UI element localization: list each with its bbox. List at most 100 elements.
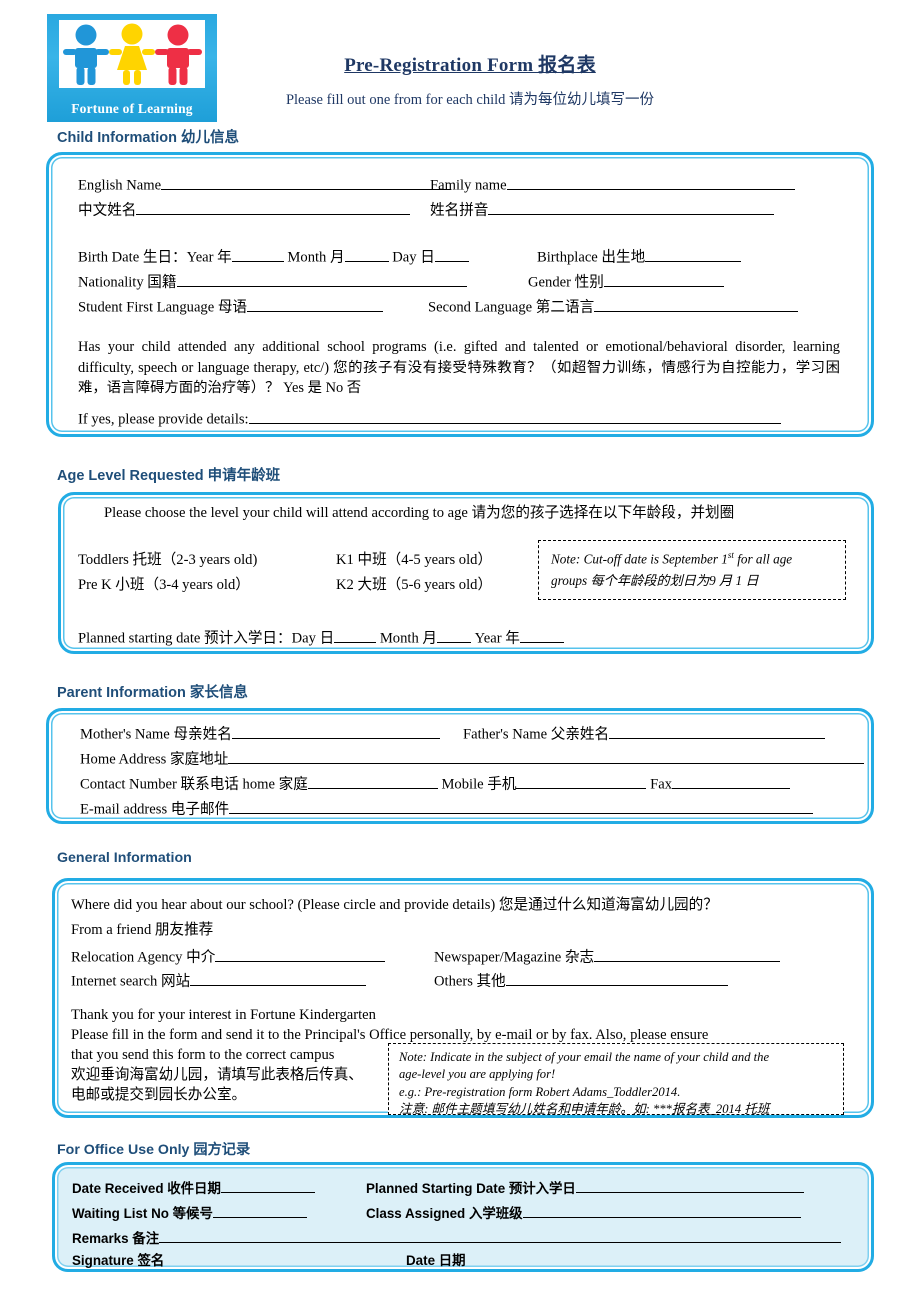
field-mothers-name: Mother's Name 母亲姓名 [80, 723, 440, 743]
input-fathers-name[interactable] [609, 723, 826, 739]
field-newspaper-magazine: Newspaper/Magazine 杂志 [434, 946, 781, 966]
field-label-planned-start-year: Year 年 [474, 630, 520, 647]
email-note-line1: Note: Indicate in the subject of your em… [399, 1050, 770, 1064]
field-fathers-name: Father's Name 父亲姓名 [463, 723, 826, 743]
field-label-english-name: English Name [78, 177, 162, 194]
email-note-line4: 注意: 邮件主题填写幼儿姓名和申请年龄。如: ***报名表_2014 托班 [399, 1102, 770, 1117]
input-birthplace[interactable] [645, 246, 742, 262]
field-label-newspaper-magazine: Newspaper/Magazine 杂志 [434, 949, 595, 966]
input-home-address[interactable] [228, 748, 865, 764]
field-first-language: Student First Language 母语 [78, 296, 384, 316]
logo-figures-panel [59, 20, 205, 88]
field-remarks: Remarks 备注 [72, 1227, 842, 1247]
field-label-birthplace: Birthplace 出生地 [537, 249, 646, 266]
field-label-planned-start-month: Month 月 [379, 630, 437, 647]
field-label-mothers-name: Mother's Name 母亲姓名 [80, 726, 232, 743]
input-planned-starting-date-office[interactable] [575, 1179, 804, 1193]
input-email-address[interactable] [229, 798, 814, 814]
input-gender[interactable] [603, 271, 724, 287]
field-label-nationality: Nationality 国籍 [78, 274, 177, 291]
field-waiting-list-no: Waiting List No 等候号 [72, 1202, 307, 1222]
input-birth-month[interactable] [344, 246, 389, 262]
field-label-others: Others 其他 [434, 973, 506, 990]
field-label-home-address: Home Address 家庭地址 [80, 751, 229, 768]
age-level-option-toddlers[interactable]: Toddlers 托班（2-3 years old) [78, 552, 257, 569]
input-details[interactable] [248, 408, 781, 424]
field-planned-starting-date: Planned starting date 预计入学日：Day 日 Month … [78, 627, 564, 647]
field-date-received: Date Received 收件日期 [72, 1177, 315, 1197]
input-planned-start-day[interactable] [334, 627, 377, 643]
field-date-office[interactable]: Date 日期 [406, 1249, 466, 1269]
section-heading-parent-information: Parent Information 家长信息 [57, 685, 248, 701]
field-signature[interactable]: Signature 签名 [72, 1249, 164, 1269]
field-label-gender: Gender 性别 [528, 274, 604, 291]
input-mothers-name[interactable] [231, 723, 440, 739]
field-label-birth-date: Birth Date 生日：Year 年 [78, 249, 232, 266]
input-planned-start-month[interactable] [437, 627, 471, 643]
field-home-address: Home Address 家庭地址 [80, 748, 865, 768]
input-remarks[interactable] [159, 1229, 842, 1243]
input-planned-start-year[interactable] [519, 627, 564, 643]
field-label-second-language: Second Language 第二语言 [428, 299, 595, 316]
email-note-line3: e.g.: Pre-registration form Robert Adams… [399, 1084, 681, 1099]
field-label-planned-starting-date: Planned Starting Date 预计入学日 [366, 1181, 576, 1196]
registration-form-page: Fortune of Learning Pre-Registration For… [0, 0, 920, 1302]
field-label-class-assigned: Class Assigned 入学班级 [366, 1206, 523, 1221]
field-details: If yes, please provide details: [78, 408, 781, 428]
field-second-language: Second Language 第二语言 [428, 296, 799, 316]
input-first-language[interactable] [247, 296, 384, 312]
logo-caption: Fortune of Learning [71, 101, 193, 116]
field-label-planned-start-day: Planned starting date 预计入学日：Day 日 [78, 630, 335, 647]
field-label-email-address: E-mail address 电子邮件 [80, 801, 230, 818]
input-name-pinyin[interactable] [488, 199, 775, 215]
section-heading-child-information: Child Information 幼儿信息 [57, 130, 240, 146]
age-level-option-k2[interactable]: K2 大班（5-6 years old） [336, 577, 492, 594]
school-logo: Fortune of Learning [47, 14, 217, 122]
input-waiting-list-no[interactable] [212, 1204, 307, 1218]
input-others[interactable] [505, 970, 728, 986]
input-relocation-agency[interactable] [215, 946, 386, 962]
field-name-pinyin: 姓名拼音 [430, 199, 775, 219]
input-class-assigned[interactable] [522, 1204, 801, 1218]
field-label-date-received: Date Received 收件日期 [72, 1181, 221, 1196]
page-subtitle: Please fill out one from for each child … [285, 92, 655, 108]
field-label-chinese-name: 中文姓名 [78, 202, 137, 219]
field-label-birth-month: Month 月 [287, 249, 345, 266]
cutoff-note-line1-post: for all age [733, 551, 793, 567]
section-heading-office-use: For Office Use Only 园方记录 [57, 1142, 251, 1158]
input-nationality[interactable] [176, 271, 467, 287]
field-contact-number: Contact Number 联系电话 home 家庭 Mobile 手机 Fa… [80, 773, 790, 793]
field-label-contact-number: Contact Number 联系电话 home 家庭 [80, 776, 308, 793]
input-birth-day[interactable] [434, 246, 469, 262]
input-date-received[interactable] [220, 1179, 315, 1193]
input-birth-year[interactable] [231, 246, 284, 262]
input-internet-search[interactable] [190, 970, 367, 986]
field-nationality: Nationality 国籍 [78, 271, 467, 291]
input-newspaper-magazine[interactable] [594, 946, 781, 962]
age-level-option-k1[interactable]: K1 中班（4-5 years old） [336, 552, 492, 569]
field-label-fax: Fax [650, 776, 672, 793]
field-internet-search: Internet search 网站 [71, 970, 367, 990]
submission-instruction-cn2: 电邮或提交到园长办公室。 [71, 1087, 247, 1103]
input-mobile[interactable] [516, 773, 647, 789]
age-level-instruction: Please choose the level your child will … [104, 505, 735, 521]
input-english-name[interactable] [161, 174, 452, 190]
age-level-option-prek[interactable]: Pre K 小班（3-4 years old） [78, 577, 250, 594]
field-birth-date: Birth Date 生日：Year 年 Month 月 Day 日 [78, 246, 469, 266]
submission-instruction-line2: that you send this form to the correct c… [71, 1047, 335, 1063]
field-label-details: If yes, please provide details: [78, 411, 249, 428]
cutoff-date-note: Note: Cut-off date is September 1st for … [538, 540, 846, 600]
source-option-from-friend[interactable]: From a friend 朋友推荐 [71, 922, 213, 939]
input-fax[interactable] [672, 773, 790, 789]
field-email-address: E-mail address 电子邮件 [80, 798, 814, 818]
input-home-phone[interactable] [307, 773, 438, 789]
field-class-assigned: Class Assigned 入学班级 [366, 1202, 801, 1222]
input-family-name[interactable] [506, 174, 795, 190]
field-others: Others 其他 [434, 970, 728, 990]
submission-instruction-cn1: 欢迎垂询海富幼儿园，请填写此表格后传真、 [71, 1067, 363, 1083]
input-second-language[interactable] [594, 296, 799, 312]
input-chinese-name[interactable] [136, 199, 411, 215]
thank-you-line: Thank you for your interest in Fortune K… [71, 1007, 376, 1023]
field-label-remarks: Remarks 备注 [72, 1231, 160, 1246]
section-heading-general-information: General Information [57, 850, 192, 866]
